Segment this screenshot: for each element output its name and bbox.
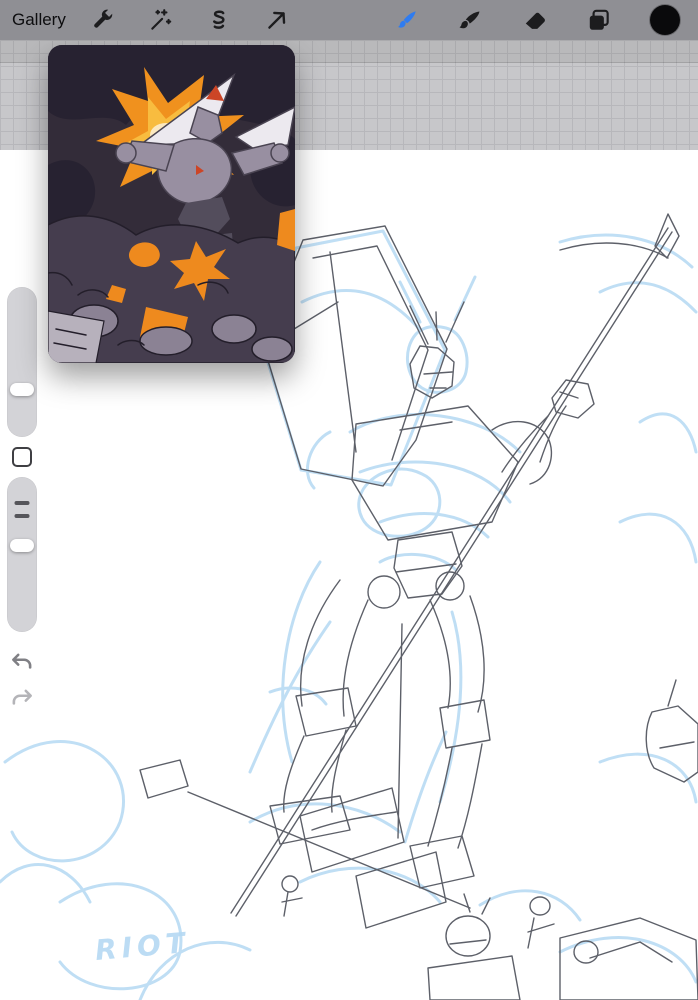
- eraser-icon: [522, 7, 548, 33]
- adjustments-button[interactable]: [148, 7, 174, 33]
- color-swatch[interactable]: [650, 5, 680, 35]
- selection-button[interactable]: [206, 7, 232, 33]
- smudge-icon: [458, 7, 484, 33]
- layers-button[interactable]: [586, 7, 612, 33]
- redo-button[interactable]: [9, 686, 35, 712]
- gallery-button[interactable]: Gallery: [12, 10, 66, 30]
- transform-arrow-icon: [264, 7, 290, 33]
- top-toolbar: Gallery: [0, 0, 698, 40]
- undo-arrow-icon: [9, 650, 35, 676]
- wrench-icon: [90, 7, 116, 33]
- slider-tick-mark: [14, 501, 30, 505]
- brush-size-slider[interactable]: [7, 287, 37, 437]
- reference-image-window[interactable]: [48, 45, 295, 363]
- reference-artwork: [48, 45, 295, 363]
- brush-sidebar: [5, 287, 39, 712]
- brush-opacity-slider[interactable]: [7, 477, 37, 632]
- transform-button[interactable]: [264, 7, 290, 33]
- paint-button[interactable]: [394, 7, 420, 33]
- smudge-button[interactable]: [458, 7, 484, 33]
- left-tool-group: [90, 7, 290, 33]
- selection-s-icon: [206, 7, 232, 33]
- layers-icon: [586, 7, 612, 33]
- erase-button[interactable]: [522, 7, 548, 33]
- magic-wand-icon: [148, 7, 174, 33]
- slider-tick-mark: [14, 514, 30, 518]
- redo-arrow-icon: [9, 686, 35, 712]
- modify-button[interactable]: [12, 447, 32, 467]
- actions-button[interactable]: [90, 7, 116, 33]
- undo-button[interactable]: [9, 650, 35, 676]
- brush-opacity-knob[interactable]: [10, 539, 34, 552]
- right-tool-group: [394, 5, 686, 35]
- brush-size-knob[interactable]: [10, 383, 34, 396]
- paintbrush-icon: [394, 7, 420, 33]
